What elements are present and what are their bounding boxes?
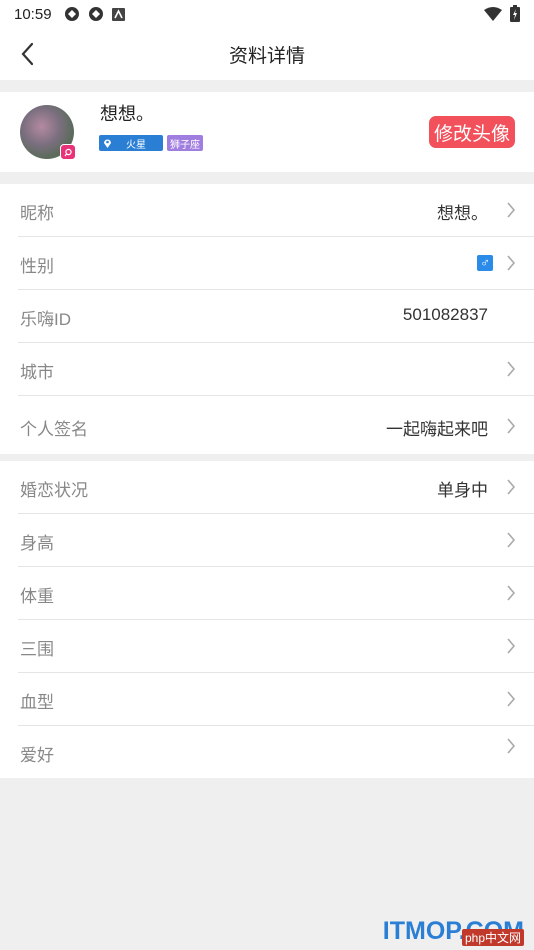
status-time: 10:59 xyxy=(14,5,52,23)
row-weight[interactable]: 体重 xyxy=(18,567,534,620)
avatar-badge-icon xyxy=(60,144,76,160)
battery-icon xyxy=(510,5,520,22)
male-gender-icon: ♂ xyxy=(477,255,493,271)
row-value: 501082837 xyxy=(402,305,488,324)
row-value: 想想。 xyxy=(437,204,488,223)
chevron-right-icon xyxy=(507,638,516,654)
app-notification-icon xyxy=(64,7,79,21)
row-label: 婚恋状况 xyxy=(20,481,88,500)
row-label: 乐嗨ID xyxy=(20,310,71,329)
chevron-right-icon xyxy=(507,479,516,495)
personal-details-section: 婚恋状况 单身中 身高 体重 三围 血型 爱好 xyxy=(0,461,534,778)
status-system-icons xyxy=(484,5,520,22)
row-label: 个人签名 xyxy=(20,420,88,439)
location-pin-icon xyxy=(104,139,111,148)
chevron-right-icon xyxy=(507,202,516,218)
row-city[interactable]: 城市 xyxy=(18,343,534,396)
watermark-subtext: php中文网 xyxy=(461,929,524,946)
row-label: 三围 xyxy=(20,640,54,659)
chevron-right-icon xyxy=(507,691,516,707)
zodiac-tag: 狮子座 xyxy=(167,135,203,151)
row-label: 身高 xyxy=(20,534,54,553)
row-label: 体重 xyxy=(20,587,54,606)
row-signature[interactable]: 个人签名 一起嗨起来吧 xyxy=(18,396,534,454)
row-blood-type[interactable]: 血型 xyxy=(18,673,534,726)
chevron-right-icon xyxy=(507,532,516,548)
location-tag: 火星 xyxy=(99,135,163,151)
avatar[interactable] xyxy=(20,105,76,160)
row-label: 爱好 xyxy=(20,746,54,765)
chevron-right-icon xyxy=(507,255,516,271)
chevron-right-icon xyxy=(507,361,516,377)
app-notification-icon xyxy=(88,7,103,21)
nav-bar: 资料详情 xyxy=(0,28,534,80)
row-hobbies[interactable]: 爱好 xyxy=(18,726,534,778)
wifi-icon xyxy=(484,6,502,21)
row-value: 一起嗨起来吧 xyxy=(386,420,488,439)
chevron-right-icon xyxy=(507,418,516,434)
row-height[interactable]: 身高 xyxy=(18,514,534,567)
download-notification-icon xyxy=(111,7,125,21)
chevron-right-icon xyxy=(507,738,516,754)
row-marital-status[interactable]: 婚恋状况 单身中 xyxy=(18,461,534,514)
back-arrow-icon[interactable] xyxy=(16,41,42,67)
profile-tags: 火星 狮子座 xyxy=(99,135,203,151)
row-label: 血型 xyxy=(20,693,54,712)
row-label: 昵称 xyxy=(20,204,54,223)
row-gender[interactable]: 性别 ♂ xyxy=(18,237,534,290)
row-nickname[interactable]: 昵称 想想。 xyxy=(18,184,534,237)
watermark: ITMOP.COM php中文网 xyxy=(383,918,524,946)
row-value: 单身中 xyxy=(437,481,488,500)
change-avatar-button[interactable]: 修改头像 xyxy=(428,116,515,148)
status-bar: 10:59 xyxy=(0,0,534,28)
page-title: 资料详情 xyxy=(228,45,305,67)
profile-nickname: 想想。 xyxy=(100,104,154,124)
location-tag-text: 火星 xyxy=(126,139,146,151)
row-label: 性别 xyxy=(20,257,54,276)
row-label: 城市 xyxy=(20,363,54,382)
basic-info-section: 昵称 想想。 性别 ♂ 乐嗨ID 501082837 城市 个人签名 一起嗨起来… xyxy=(0,184,534,454)
row-user-id: 乐嗨ID 501082837 xyxy=(18,290,534,343)
profile-card: 想想。 火星 狮子座 修改头像 xyxy=(0,92,534,172)
row-measurements[interactable]: 三围 xyxy=(18,620,534,673)
status-notification-icons xyxy=(64,6,125,22)
chevron-right-icon xyxy=(507,585,516,601)
